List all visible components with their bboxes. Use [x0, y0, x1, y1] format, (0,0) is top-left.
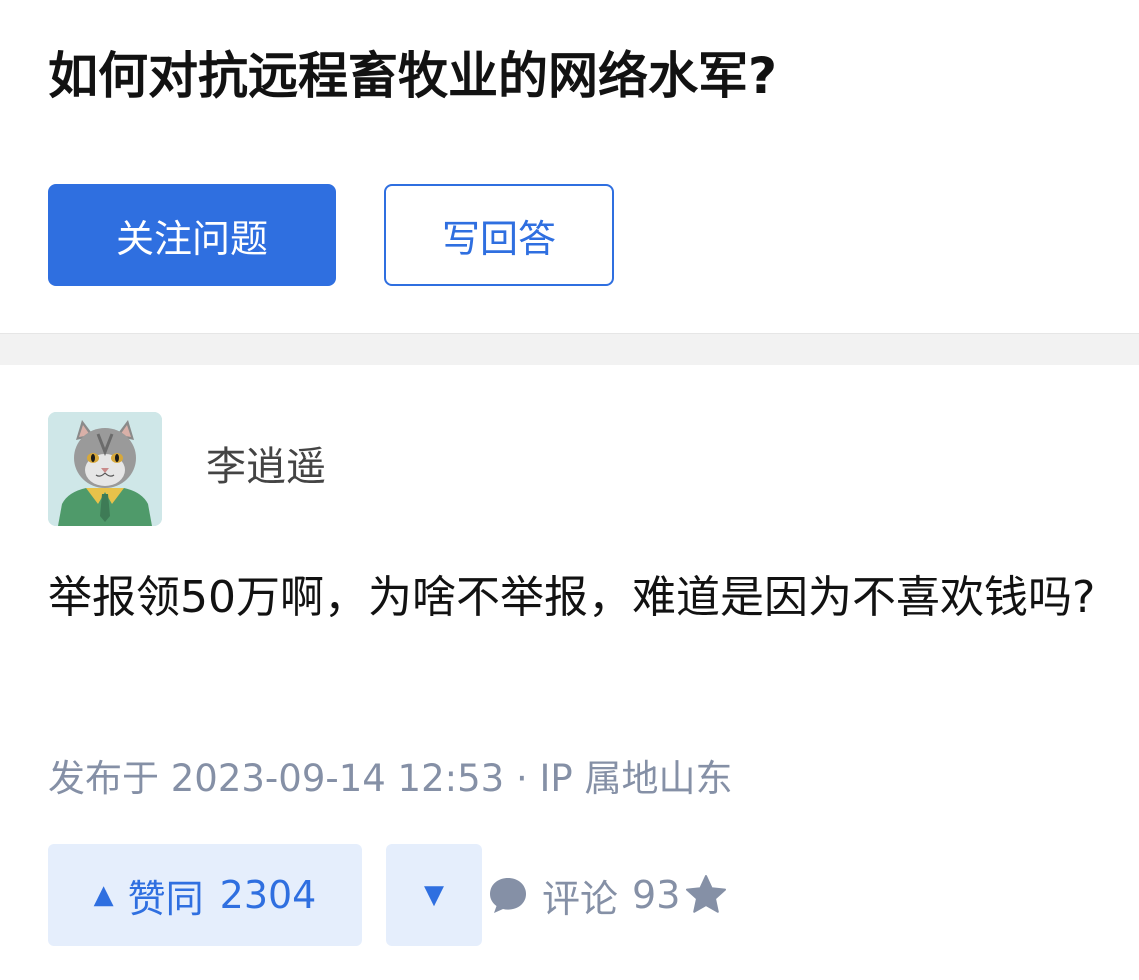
vote-up-count: 2304	[219, 873, 317, 917]
cat-avatar-icon	[48, 412, 162, 526]
triangle-up-icon: ▲	[93, 880, 114, 910]
page: 如何对抗远程畜牧业的网络水军? 关注问题 写回答 李逍遥 举报领50万啊，为啥不…	[0, 0, 1139, 980]
answer-card: 李逍遥 举报领50万啊，为啥不举报，难道是因为不喜欢钱吗? 发布于 2023-0…	[0, 365, 1139, 980]
vote-up-label: 赞同	[127, 876, 204, 921]
comment-button[interactable]: 评论 93	[488, 844, 728, 946]
triangle-down-icon: ▼	[424, 880, 444, 910]
write-answer-button[interactable]: 写回答	[384, 184, 614, 286]
vote-down-button[interactable]: ▼	[386, 844, 482, 946]
question-title[interactable]: 如何对抗远程畜牧业的网络水军?	[48, 40, 1098, 112]
vote-up-button[interactable]: ▲ 赞同 2304	[48, 844, 362, 946]
comment-bubble-icon	[490, 878, 526, 913]
comment-label: 评论	[542, 876, 619, 921]
action-bar: ▲ 赞同 2304 ▼ 评论 93	[48, 844, 1108, 946]
question-header: 如何对抗远程畜牧业的网络水军? 关注问题 写回答	[0, 0, 1139, 333]
comment-count: 93	[632, 873, 681, 917]
author-avatar[interactable]	[48, 412, 162, 526]
author-name[interactable]: 李逍遥	[206, 441, 326, 493]
star-icon[interactable]	[684, 873, 728, 917]
answer-content: 举报领50万啊，为啥不举报，难道是因为不喜欢钱吗?	[48, 572, 1096, 623]
answer-meta: 发布于 2023-09-14 12:53 · IP 属地山东	[48, 757, 733, 800]
follow-question-button[interactable]: 关注问题	[48, 184, 336, 286]
section-divider	[0, 333, 1139, 365]
